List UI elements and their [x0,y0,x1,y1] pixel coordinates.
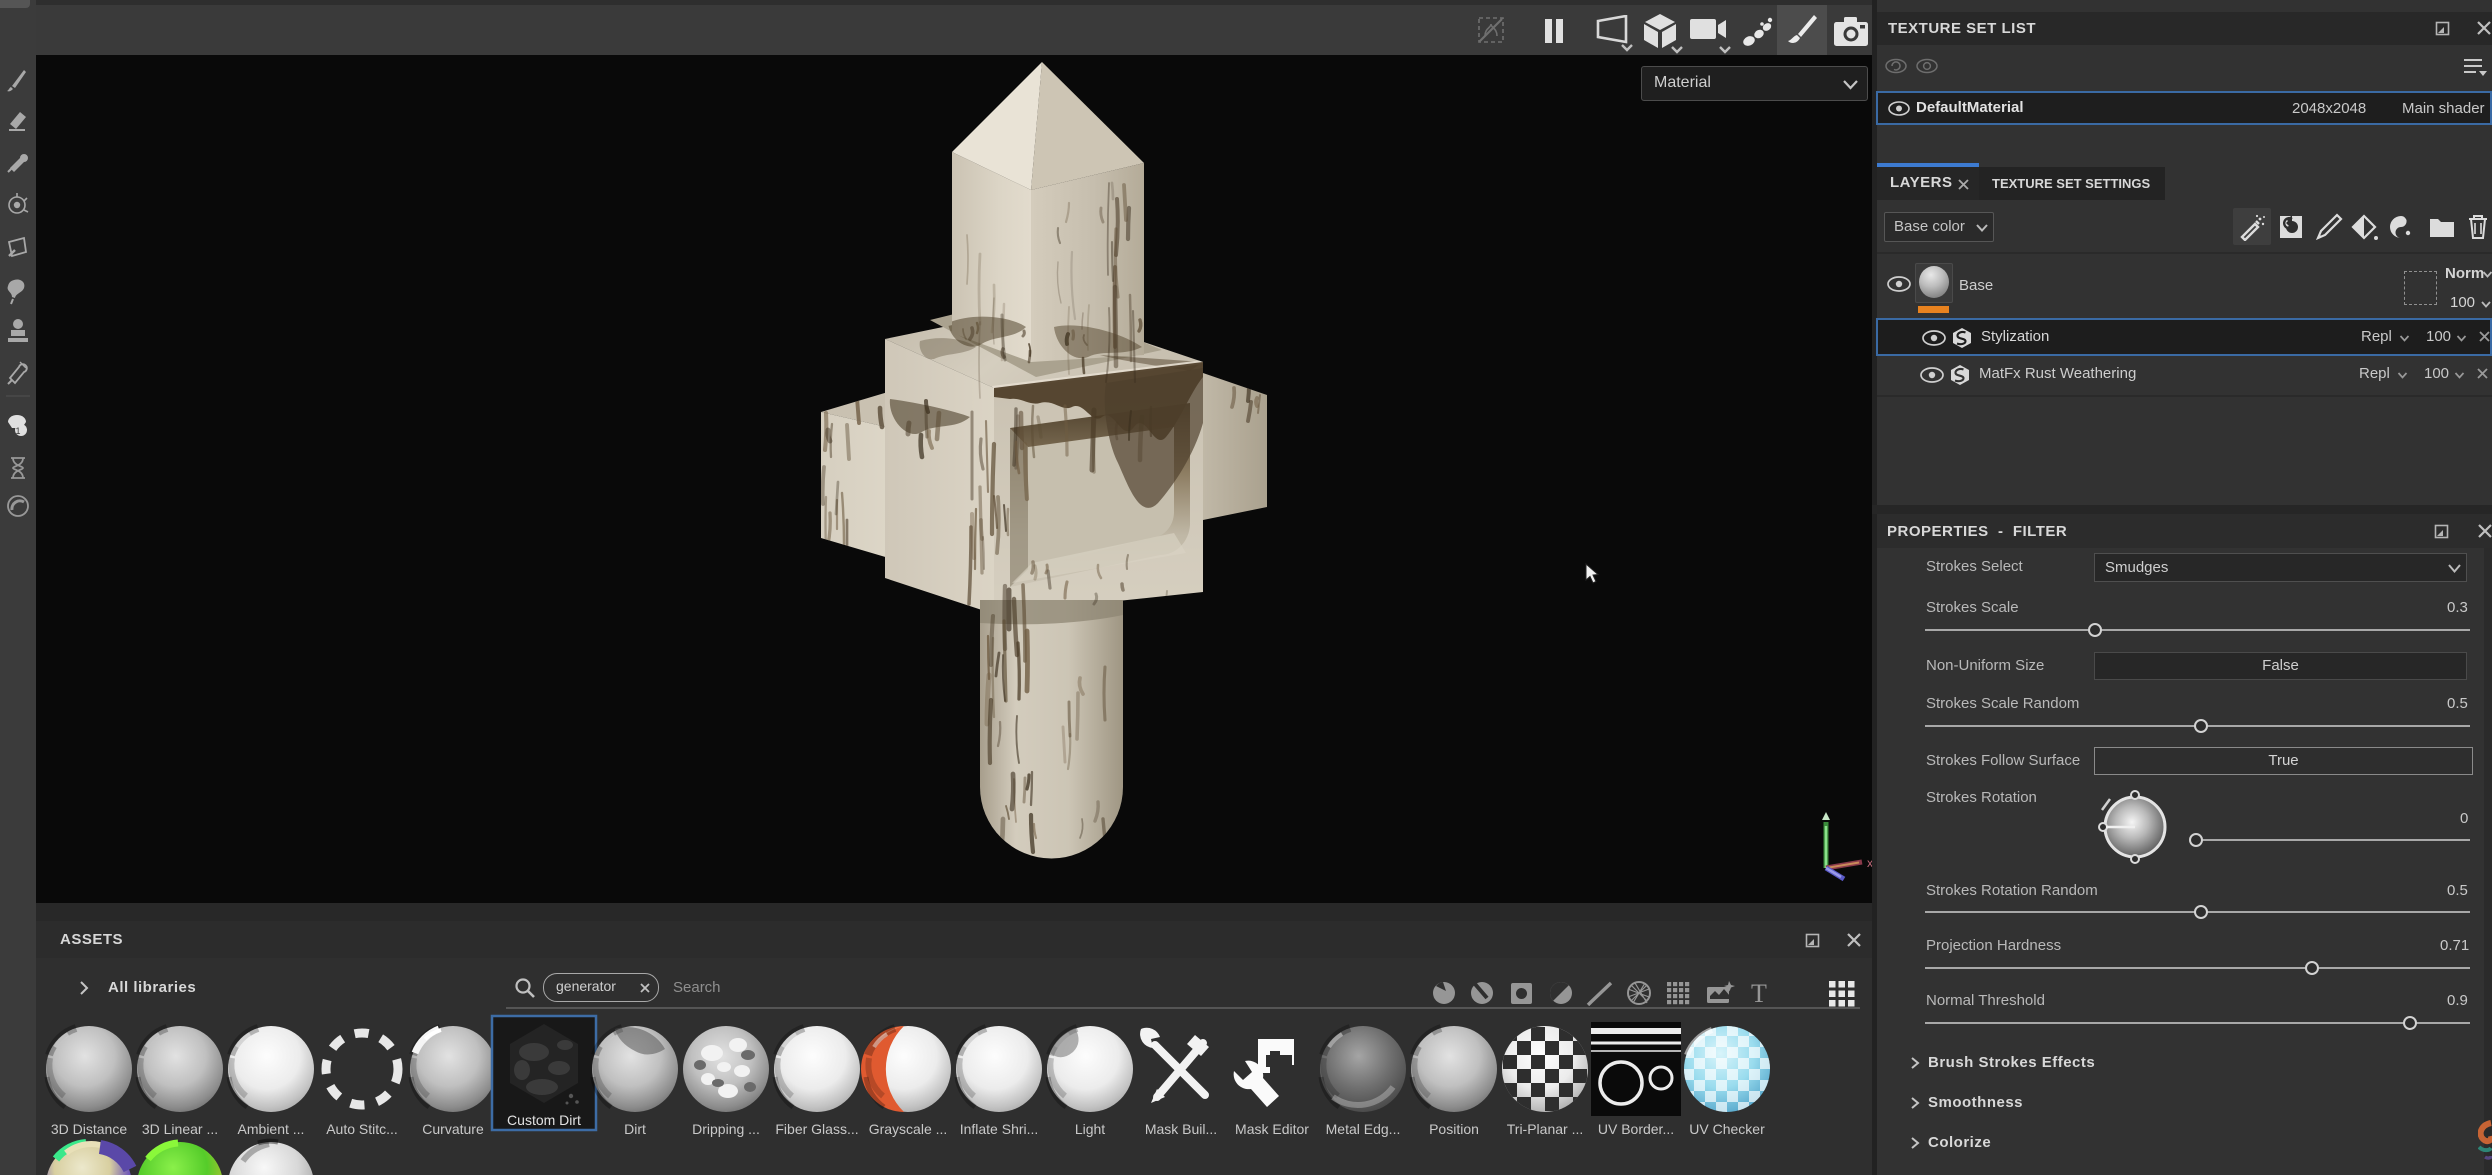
svg-text:3D Linear ...: 3D Linear ... [142,1121,218,1137]
svg-text:Mask Buil...: Mask Buil... [1145,1121,1217,1137]
svg-text:Grayscale ...: Grayscale ... [869,1121,948,1137]
svg-text:Curvature: Curvature [422,1121,484,1137]
svg-text:T: T [1751,980,1767,1006]
svg-text:Dirt: Dirt [624,1121,646,1137]
svg-text:1: 1 [15,426,20,436]
svg-text:Light: Light [1075,1121,1105,1137]
svg-text:Custom Dirt: Custom Dirt [507,1112,581,1128]
svg-text:Fiber Glass...: Fiber Glass... [775,1121,858,1137]
svg-text:Auto Stitc...: Auto Stitc... [326,1121,398,1137]
svg-text:UV Border...: UV Border... [1598,1121,1674,1137]
svg-text:UV Checker: UV Checker [1689,1121,1765,1137]
svg-text:Inflate Shri...: Inflate Shri... [960,1121,1039,1137]
svg-text:Position: Position [1429,1121,1479,1137]
svg-text:Dripping ...: Dripping ... [692,1121,760,1137]
svg-text:Tri-Planar ...: Tri-Planar ... [1507,1121,1584,1137]
svg-text:Ambient ...: Ambient ... [238,1121,305,1137]
svg-text:Mask Editor: Mask Editor [1235,1121,1309,1137]
svg-text:Metal Edg...: Metal Edg... [1326,1121,1401,1137]
svg-text:3D Distance: 3D Distance [51,1121,127,1137]
